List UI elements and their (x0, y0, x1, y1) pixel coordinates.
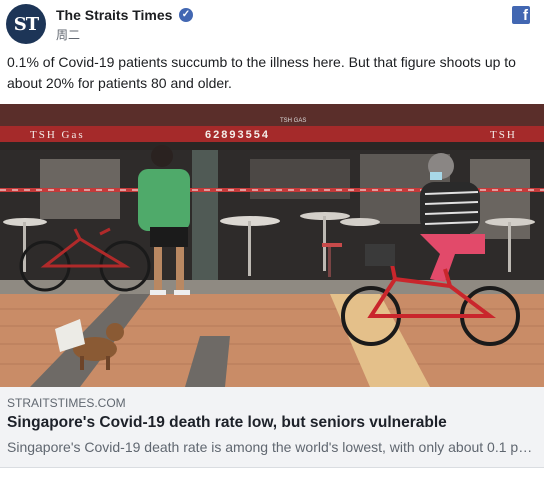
link-domain: STRAITSTIMES.COM (7, 396, 126, 410)
post-message: 0.1% of Covid-19 patients succumb to the… (7, 54, 516, 91)
link-title[interactable]: Singapore's Covid-19 death rate low, but… (7, 414, 447, 432)
facebook-icon[interactable]: f (512, 6, 530, 24)
shop-sign-center: TSH GAS (280, 118, 306, 124)
shop-sign-phone: 62893554 (205, 129, 270, 141)
post-header: ST The Straits Times ✓ 周二 f (0, 0, 544, 46)
link-description: Singapore's Covid-19 death rate is among… (7, 439, 534, 455)
page-avatar[interactable]: ST (6, 4, 46, 44)
link-preview[interactable]: STRAITSTIMES.COM Singapore's Covid-19 de… (0, 387, 544, 468)
post-photo[interactable]: TSH Gas 62893554 TSH TSH GAS (0, 104, 544, 387)
shop-sign-left: TSH Gas (30, 129, 85, 141)
verified-badge-icon: ✓ (179, 8, 193, 22)
post-timestamp[interactable]: 周二 (56, 26, 80, 43)
page-name-link[interactable]: The Straits Times (56, 7, 172, 23)
shop-sign-right: TSH (490, 129, 517, 141)
